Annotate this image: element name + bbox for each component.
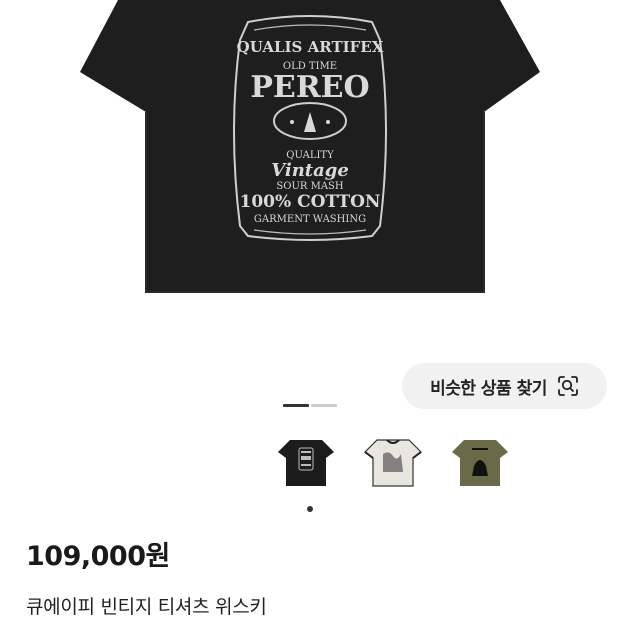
print-line-7: 100% COTTON (240, 192, 381, 212)
product-title: 큐에이피 빈티지 티셔츠 위스키 (26, 596, 267, 618)
print-line-1: QUALIS ARTIFEX (237, 38, 384, 56)
image-pager (283, 404, 337, 407)
lens-icon (557, 375, 579, 397)
thumbnail-black-tee[interactable] (276, 436, 336, 490)
pager-dot-active[interactable] (283, 404, 309, 407)
find-similar-button[interactable]: 비슷한 상품 찾기 (402, 363, 607, 409)
find-similar-label: 비슷한 상품 찾기 (430, 378, 547, 399)
print-line-8: GARMENT WASHING (254, 214, 366, 225)
pager-dot[interactable] (311, 404, 337, 407)
print-line-5: Vintage (271, 160, 349, 181)
thumbnail-white-ringer-tee[interactable] (363, 436, 423, 490)
product-image[interactable]: QUALIS ARTIFEX OLD TIME PEREO QUALITY Vi… (0, 0, 620, 352)
selected-thumbnail-dot (307, 506, 313, 512)
thumbnail-list (276, 436, 510, 490)
product-price: 109,000원 (26, 541, 170, 572)
print-line-6: SOUR MASH (276, 181, 343, 192)
thumbnail-olive-tee[interactable] (450, 436, 510, 490)
print-line-3: PEREO (250, 70, 369, 105)
